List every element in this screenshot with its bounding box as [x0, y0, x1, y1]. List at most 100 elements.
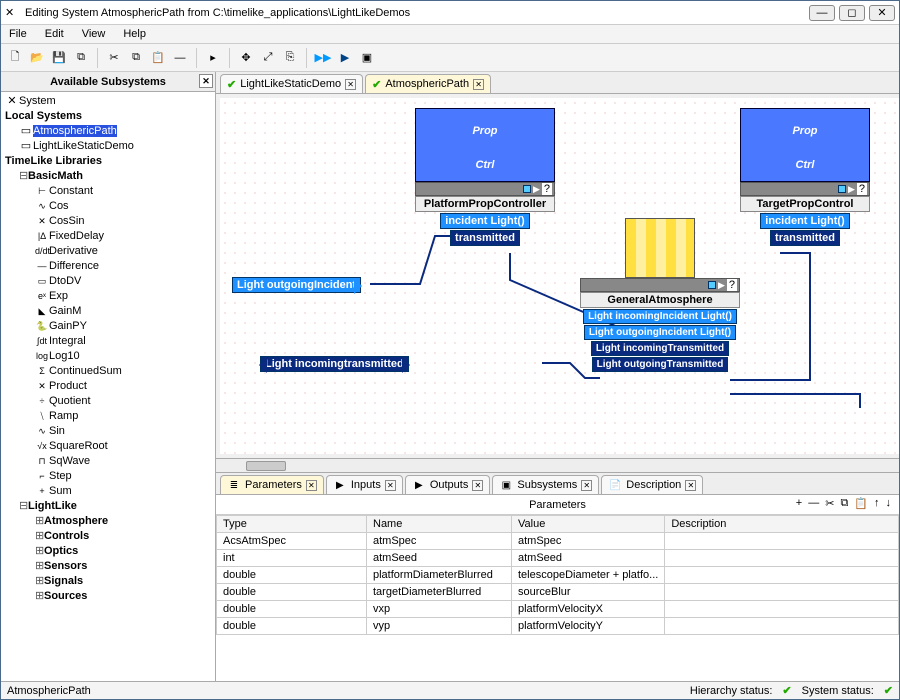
table-row[interactable]: doublevxpplatformVelocityX: [217, 601, 899, 618]
bottom-tab-subsystems[interactable]: ▣Subsystems✕: [492, 475, 599, 494]
atm-port-4[interactable]: Light outgoingTransmitted: [592, 357, 729, 372]
output-icon[interactable]: ▶: [335, 48, 355, 68]
table-cell[interactable]: platformDiameterBlurred: [367, 567, 512, 584]
table-cell[interactable]: double: [217, 584, 367, 601]
bottom-tab-description[interactable]: 📄Description✕: [601, 475, 703, 494]
table-row[interactable]: intatmSeedatmSeed: [217, 550, 899, 567]
tree-item-Optics[interactable]: Optics: [44, 545, 78, 557]
bottom-tab-parameters[interactable]: ≣Parameters✕: [220, 475, 324, 494]
tree-item-DtoDV[interactable]: DtoDV: [49, 275, 81, 287]
tree-item-Product[interactable]: Product: [49, 380, 87, 392]
table-cell[interactable]: [665, 567, 899, 584]
canvas[interactable]: PropCtrl ▶? PlatformPropController incid…: [220, 98, 899, 454]
block-platform[interactable]: PropCtrl ▶? PlatformPropController incid…: [415, 108, 555, 246]
table-cell[interactable]: [665, 550, 899, 567]
table-cell[interactable]: [665, 618, 899, 635]
table-cell[interactable]: atmSpec: [512, 533, 665, 550]
tree-item-CosSin[interactable]: CosSin: [49, 215, 84, 227]
twisty-icon[interactable]: ⊟: [19, 169, 28, 184]
tree-item-Step[interactable]: Step: [49, 470, 72, 482]
table-cell[interactable]: platformVelocityY: [512, 618, 665, 635]
tree-item-Sensors[interactable]: Sensors: [44, 560, 87, 572]
flag-incoming-transmitted[interactable]: Light incomingtransmitted: [260, 356, 409, 372]
remove-param-button[interactable]: —: [808, 497, 819, 510]
tab-close-button[interactable]: ✕: [685, 480, 696, 491]
col-description[interactable]: Description: [665, 516, 899, 533]
paste-button[interactable]: 📋: [148, 48, 168, 68]
table-cell[interactable]: double: [217, 567, 367, 584]
copy-button[interactable]: ⧉: [126, 48, 146, 68]
menu-help[interactable]: Help: [119, 27, 150, 41]
port-incident[interactable]: incident Light(): [760, 213, 849, 229]
menu-file[interactable]: File: [5, 27, 31, 41]
block-target[interactable]: PropCtrl ▶? TargetPropControl incident L…: [740, 108, 870, 246]
close-button[interactable]: ✕: [869, 5, 895, 21]
editor-tab-AtmosphericPath[interactable]: ✔AtmosphericPath✕: [365, 74, 491, 93]
twisty-icon[interactable]: ⊞: [35, 589, 44, 604]
table-cell[interactable]: telescopeDiameter + platfo...: [512, 567, 665, 584]
cut-param-button[interactable]: ✂: [825, 497, 834, 510]
tree-system[interactable]: System: [19, 95, 56, 107]
tree-lightlike[interactable]: LightLike: [28, 500, 77, 512]
tree-item-Constant[interactable]: Constant: [49, 185, 93, 197]
col-value[interactable]: Value: [512, 516, 665, 533]
table-cell[interactable]: atmSeed: [367, 550, 512, 567]
port-transmitted[interactable]: transmitted: [770, 230, 840, 246]
block-toolbar[interactable]: ▶?: [740, 182, 870, 196]
new-button[interactable]: 🗋: [5, 48, 25, 68]
tab-close-button[interactable]: ✕: [345, 79, 356, 90]
tree-item-SquareRoot[interactable]: SquareRoot: [49, 440, 108, 452]
tree-item-Controls[interactable]: Controls: [44, 530, 89, 542]
twisty-icon[interactable]: ⊟: [19, 499, 28, 514]
table-cell[interactable]: atmSeed: [512, 550, 665, 567]
twisty-icon[interactable]: ⊞: [35, 529, 44, 544]
twisty-icon[interactable]: ⊞: [35, 574, 44, 589]
table-cell[interactable]: platformVelocityX: [512, 601, 665, 618]
tree-item-FixedDelay[interactable]: FixedDelay: [49, 230, 104, 242]
tree-item-Difference[interactable]: Difference: [49, 260, 99, 272]
table-cell[interactable]: atmSpec: [367, 533, 512, 550]
atm-port-3[interactable]: Light incomingTransmitted: [591, 341, 729, 356]
tree-item-Exp[interactable]: Exp: [49, 290, 68, 302]
port-incident[interactable]: incident Light(): [440, 213, 529, 229]
tab-close-button[interactable]: ✕: [473, 79, 484, 90]
goto-button[interactable]: ⎘: [280, 48, 300, 68]
canvas-hscrollbar[interactable]: [216, 458, 899, 472]
tab-close-button[interactable]: ✕: [472, 480, 483, 491]
saveall-button[interactable]: ⧉: [71, 48, 91, 68]
block-atmosphere[interactable]: ▶? GeneralAtmosphere Light incomingIncid…: [580, 218, 740, 372]
bottom-tab-outputs[interactable]: ▶Outputs✕: [405, 475, 491, 494]
tree-item-Sin[interactable]: Sin: [49, 425, 65, 437]
block-toolbar[interactable]: ▶?: [415, 182, 555, 196]
open-button[interactable]: 📂: [27, 48, 47, 68]
tree-item-Derivative[interactable]: Derivative: [49, 245, 98, 257]
tab-close-button[interactable]: ✕: [306, 480, 317, 491]
block-toolbar[interactable]: ▶?: [580, 278, 740, 292]
menu-edit[interactable]: Edit: [41, 27, 68, 41]
table-row[interactable]: AcsAtmSpecatmSpecatmSpec: [217, 533, 899, 550]
params-table[interactable]: TypeNameValueDescription AcsAtmSpecatmSp…: [216, 515, 899, 635]
table-cell[interactable]: double: [217, 618, 367, 635]
table-row[interactable]: doublevypplatformVelocityY: [217, 618, 899, 635]
tree-item-Cos[interactable]: Cos: [49, 200, 69, 212]
tree-item-Signals[interactable]: Signals: [44, 575, 83, 587]
tree-item-Log10[interactable]: Log10: [49, 350, 80, 362]
tree-item-ContinuedSum[interactable]: ContinuedSum: [49, 365, 122, 377]
table-row[interactable]: doubletargetDiameterBlurredsourceBlur: [217, 584, 899, 601]
col-type[interactable]: Type: [217, 516, 367, 533]
scrollbar-thumb[interactable]: [246, 461, 286, 471]
col-name[interactable]: Name: [367, 516, 512, 533]
table-cell[interactable]: double: [217, 601, 367, 618]
flag-outgoing-incident[interactable]: Light outgoingIncident: [232, 277, 361, 293]
delete-button[interactable]: —: [170, 48, 190, 68]
tree-item-Sum[interactable]: Sum: [49, 485, 72, 497]
table-cell[interactable]: int: [217, 550, 367, 567]
zoom-out-button[interactable]: ⤢: [258, 48, 278, 68]
subsystem-icon[interactable]: ▣: [357, 48, 377, 68]
run-button[interactable]: ▸: [203, 48, 223, 68]
movedown-param-button[interactable]: ↓: [886, 497, 892, 510]
tree-item-Integral[interactable]: Integral: [49, 335, 86, 347]
minimize-button[interactable]: —: [809, 5, 835, 21]
menu-view[interactable]: View: [78, 27, 110, 41]
twisty-icon[interactable]: ⊞: [35, 544, 44, 559]
